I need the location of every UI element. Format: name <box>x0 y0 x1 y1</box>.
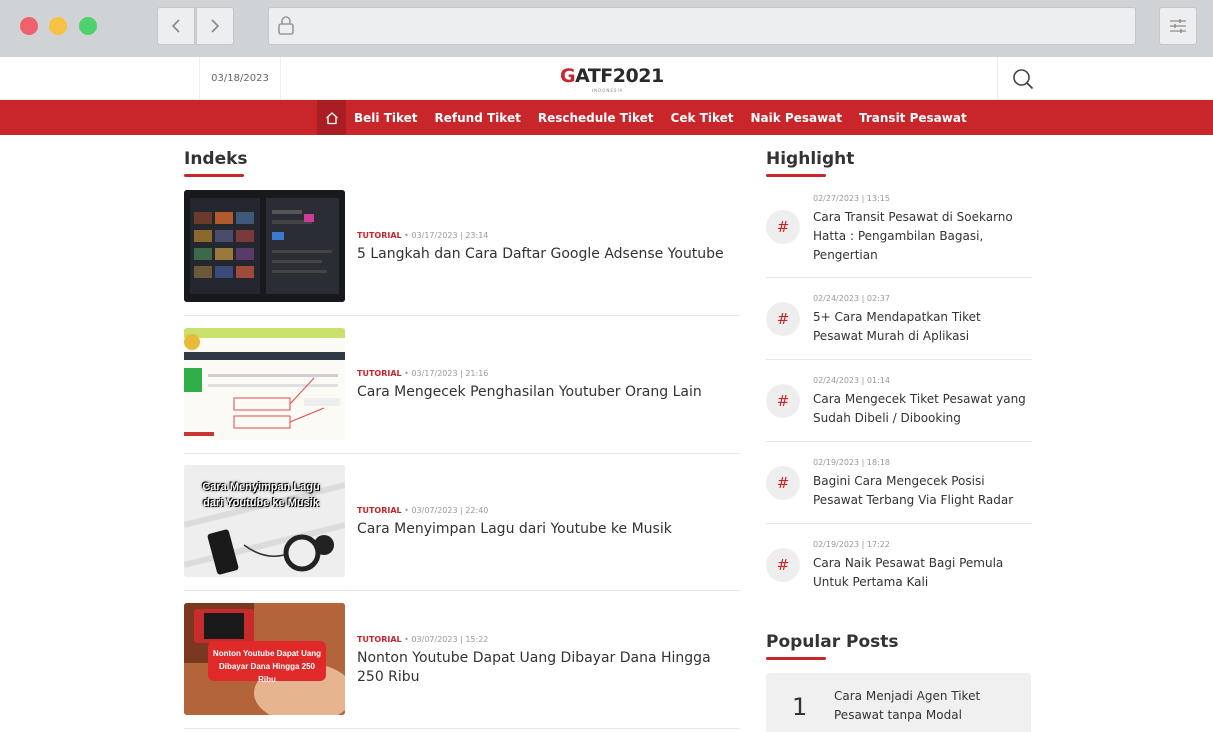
hashtag-icon: # <box>766 302 800 336</box>
highlight-title-link[interactable]: Bagini Cara Mengecek Posisi Pesawat Terb… <box>813 472 1031 510</box>
hashtag-icon: # <box>766 384 800 418</box>
article-thumbnail[interactable]: Cara Menyimpan Lagu dari Youtube ke Musi… <box>184 465 345 577</box>
chevron-left-icon <box>171 19 180 33</box>
article-item[interactable]: TUTORIAL • 03/17/2023 | 21:16 Cara Menge… <box>184 328 740 454</box>
article-datetime: 03/07/2023 | 22:40 <box>411 506 489 515</box>
highlight-item[interactable]: # 02/19/2023 | 18:18 Bagini Cara Mengece… <box>766 454 1032 524</box>
highlight-item[interactable]: # 02/19/2023 | 17:22 Cara Naik Pesawat B… <box>766 536 1032 598</box>
thumbnail-caption: Nonton Youtube Dapat Uang Dibayar Dana H… <box>212 649 322 684</box>
browser-toolbar <box>0 0 1213 57</box>
article-category[interactable]: TUTORIAL <box>357 635 402 644</box>
popular-underline <box>766 657 826 660</box>
article-category[interactable]: TUTORIAL <box>357 369 402 378</box>
nav-item-beli-tiket[interactable]: Beli Tiket <box>354 111 418 125</box>
maximize-window-button[interactable] <box>79 17 97 35</box>
article-title[interactable]: Nonton Youtube Dapat Uang Dibayar Dana H… <box>357 649 737 687</box>
settings-button[interactable] <box>1159 7 1197 45</box>
highlight-underline <box>766 174 826 177</box>
minimize-window-button[interactable] <box>49 17 67 35</box>
highlight-datetime: 02/19/2023 | 17:22 <box>813 540 890 549</box>
hashtag-icon: # <box>766 466 800 500</box>
article-category[interactable]: TUTORIAL <box>357 506 402 515</box>
nav-item-reschedule-tiket[interactable]: Reschedule Tiket <box>538 111 654 125</box>
sliders-icon <box>1170 19 1186 33</box>
popular-rank: 1 <box>792 693 808 721</box>
highlight-title: Highlight <box>766 149 855 169</box>
article-thumbnail[interactable] <box>184 190 345 302</box>
indeks-title: Indeks <box>184 149 248 169</box>
highlight-title-link[interactable]: Cara Transit Pesawat di Soekarno Hatta :… <box>813 208 1031 265</box>
search-button[interactable] <box>997 57 1047 100</box>
chevron-right-icon <box>211 19 220 33</box>
highlight-item[interactable]: # 02/24/2023 | 02:37 5+ Cara Mendapatkan… <box>766 290 1032 360</box>
article-datetime: 03/17/2023 | 21:16 <box>411 369 489 378</box>
close-window-button[interactable] <box>20 17 38 35</box>
article-category[interactable]: TUTORIAL <box>357 231 402 240</box>
article-item[interactable]: Nonton Youtube Dapat Uang Dibayar Dana H… <box>184 603 740 729</box>
article-datetime: 03/17/2023 | 23:14 <box>411 231 489 240</box>
highlight-item[interactable]: # 02/27/2023 | 13:15 Cara Transit Pesawa… <box>766 190 1032 278</box>
home-icon <box>325 111 338 124</box>
nav-item-transit-pesawat[interactable]: Transit Pesawat <box>859 111 967 125</box>
site-header: 03/18/2023 GATF2021 INDONESIA <box>0 57 1213 100</box>
popular-item[interactable]: 1 Cara Menjadi Agen Tiket Pesawat tanpa … <box>766 673 1031 732</box>
popular-title-link[interactable]: Cara Menjadi Agen Tiket Pesawat tanpa Mo… <box>834 687 1024 725</box>
main-nav: Beli Tiket Refund Tiket Reschedule Tiket… <box>0 100 1213 135</box>
thumbnail-caption: Cara Menyimpan Lagu dari Youtube ke Musi… <box>202 481 320 509</box>
nav-item-naik-pesawat[interactable]: Naik Pesawat <box>750 111 842 125</box>
article-title[interactable]: Cara Menyimpan Lagu dari Youtube ke Musi… <box>357 520 737 539</box>
popular-title: Popular Posts <box>766 632 899 652</box>
highlight-datetime: 02/27/2023 | 13:15 <box>813 194 890 203</box>
indeks-underline <box>184 174 244 177</box>
address-bar[interactable] <box>268 7 1136 45</box>
article-item[interactable]: TUTORIAL • 03/17/2023 | 23:14 5 Langkah … <box>184 190 740 316</box>
back-button[interactable] <box>157 7 195 45</box>
nav-item-cek-tiket[interactable]: Cek Tiket <box>671 111 734 125</box>
article-title[interactable]: Cara Mengecek Penghasilan Youtuber Orang… <box>357 383 737 402</box>
search-icon <box>1012 68 1033 89</box>
site-logo[interactable]: GATF2021 INDONESIA <box>560 63 664 95</box>
highlight-datetime: 02/24/2023 | 01:14 <box>813 376 890 385</box>
highlight-title-link[interactable]: 5+ Cara Mendapatkan Tiket Pesawat Murah … <box>813 308 1031 346</box>
article-title[interactable]: 5 Langkah dan Cara Daftar Google Adsense… <box>357 245 737 264</box>
current-date: 03/18/2023 <box>199 57 281 100</box>
article-thumbnail[interactable]: Nonton Youtube Dapat Uang Dibayar Dana H… <box>184 603 345 715</box>
highlight-title-link[interactable]: Cara Mengecek Tiket Pesawat yang Sudah D… <box>813 390 1031 428</box>
lock-icon <box>278 16 294 35</box>
highlight-datetime: 02/19/2023 | 18:18 <box>813 458 890 467</box>
article-datetime: 03/07/2023 | 15:22 <box>411 635 489 644</box>
nav-item-refund-tiket[interactable]: Refund Tiket <box>435 111 521 125</box>
article-item[interactable]: Cara Menyimpan Lagu dari Youtube ke Musi… <box>184 465 740 591</box>
article-thumbnail[interactable] <box>184 328 345 440</box>
forward-button[interactable] <box>196 7 234 45</box>
highlight-item[interactable]: # 02/24/2023 | 01:14 Cara Mengecek Tiket… <box>766 372 1032 442</box>
highlight-datetime: 02/24/2023 | 02:37 <box>813 294 890 303</box>
highlight-title-link[interactable]: Cara Naik Pesawat Bagi Pemula Untuk Pert… <box>813 554 1031 592</box>
hashtag-icon: # <box>766 548 800 582</box>
home-button[interactable] <box>317 100 346 135</box>
hashtag-icon: # <box>766 210 800 244</box>
